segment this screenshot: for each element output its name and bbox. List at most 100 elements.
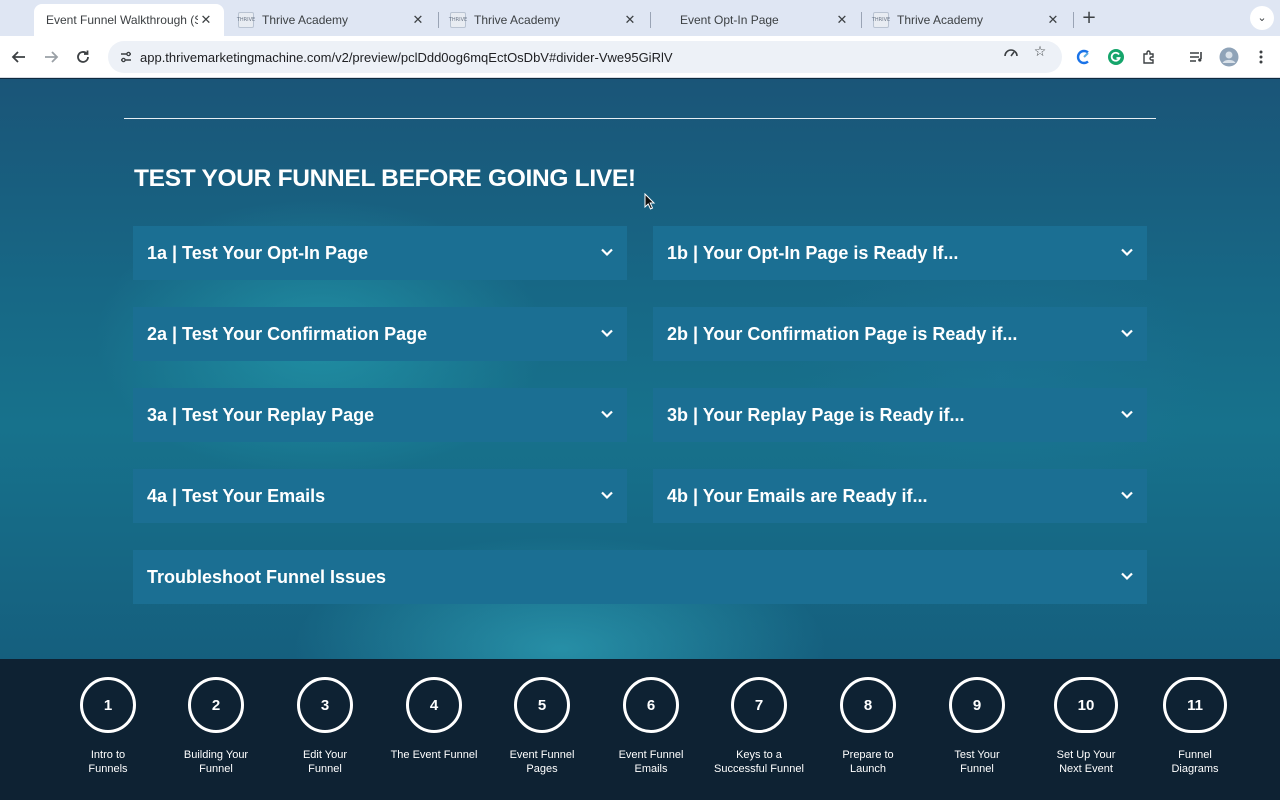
module-step-3[interactable]: 3 Edit Your Funnel [265, 659, 385, 800]
accordion-troubleshoot[interactable]: Troubleshoot Funnel Issues [133, 550, 1147, 604]
step-label: Prepare to Launch [842, 749, 894, 775]
step-number-circle: 10 [1054, 677, 1118, 733]
step-number-circle: 5 [514, 677, 570, 733]
step-label: Funnel Diagrams [1171, 749, 1219, 775]
accordion-label: 1a | Test Your Opt-In Page [147, 242, 369, 263]
module-step-2[interactable]: 2 Building Your Funnel [156, 659, 276, 800]
tab-thrive-academy-2[interactable]: THRIVE Thrive Academy ✕ [438, 4, 648, 36]
site-info-icon[interactable] [116, 47, 136, 67]
module-step-6[interactable]: 6 Event Funnel Emails [591, 659, 711, 800]
back-arrow-icon[interactable] [6, 44, 32, 70]
step-number-circle: 2 [188, 677, 244, 733]
accordion-3a[interactable]: 3a | Test Your Replay Page [133, 388, 627, 442]
step-number-circle: 3 [297, 677, 353, 733]
tab-separator [1073, 12, 1074, 28]
tab-event-funnel-walkthrough[interactable]: Event Funnel Walkthrough (ST ✕ [34, 4, 224, 36]
thrive-logo-icon: THRIVE [449, 12, 467, 28]
accordion-2b[interactable]: 2b | Your Confirmation Page is Ready if.… [653, 307, 1147, 361]
module-step-5[interactable]: 5 Event Funnel Pages [482, 659, 602, 800]
thrive-logo-icon: THRIVE [237, 12, 255, 28]
tab-search-chevron-icon[interactable]: ⌄ [1250, 6, 1274, 30]
step-label: Edit Your Funnel [302, 749, 348, 775]
module-step-7[interactable]: 7 Keys to a Successful Funnel [699, 659, 819, 800]
tab-title: Thrive Academy [474, 13, 561, 27]
step-number-circle: 9 [949, 677, 1005, 733]
new-tab-icon[interactable]: + [1080, 8, 1098, 28]
tab-title: Thrive Academy [262, 13, 349, 27]
tab-event-opt-in-page[interactable]: Event Opt-In Page ✕ [660, 4, 860, 36]
thrive-logo-icon: THRIVE [872, 12, 890, 28]
accordion-label: 2b | Your Confirmation Page is Ready if.… [667, 323, 1018, 344]
tab-close-icon[interactable]: ✕ [410, 13, 426, 28]
page-headline: TEST YOUR FUNNEL BEFORE GOING LIVE! [134, 165, 636, 192]
accordion-4a[interactable]: 4a | Test Your Emails [133, 469, 627, 523]
step-label: Set Up Your Next Event [1056, 749, 1116, 775]
grammarly-icon[interactable] [1105, 46, 1127, 68]
mouse-cursor-icon [644, 193, 656, 210]
performance-gauge-icon[interactable] [1001, 42, 1021, 62]
accordion-label: Troubleshoot Funnel Issues [147, 566, 387, 587]
address-bar[interactable]: app.thrivemarketingmachine.com/v2/previe… [108, 41, 1062, 73]
url-text: app.thrivemarketingmachine.com/v2/previe… [140, 49, 673, 65]
forward-arrow-icon[interactable] [38, 44, 64, 70]
extensions-puzzle-icon[interactable] [1138, 46, 1160, 68]
step-number-circle: 8 [840, 677, 896, 733]
step-number-circle: 6 [623, 677, 679, 733]
step-number-circle: 4 [406, 677, 462, 733]
chevron-down-icon [601, 248, 613, 257]
profile-avatar[interactable] [1218, 46, 1240, 68]
step-number-circle: 1 [80, 677, 136, 733]
accordion-label: 3b | Your Replay Page is Ready if... [667, 404, 965, 425]
chevron-down-icon [601, 329, 613, 338]
step-label: Test Your Funnel [954, 749, 1000, 775]
tab-close-icon[interactable]: ✕ [834, 13, 850, 28]
module-step-10[interactable]: 10 Set Up Your Next Event [1026, 659, 1146, 800]
browser-toolbar: app.thrivemarketingmachine.com/v2/previe… [0, 36, 1280, 78]
chevron-down-icon [1121, 491, 1133, 500]
section-divider [124, 118, 1156, 119]
module-step-9[interactable]: 9 Test Your Funnel [917, 659, 1037, 800]
module-step-11[interactable]: 11 Funnel Diagrams [1135, 659, 1255, 800]
tab-title: Thrive Academy [897, 13, 984, 27]
tab-title: Event Funnel Walkthrough (ST [46, 13, 198, 27]
page-content: TEST YOUR FUNNEL BEFORE GOING LIVE! 1a |… [0, 79, 1280, 659]
accordion-label: 3a | Test Your Replay Page [147, 404, 375, 425]
tab-title: Event Opt-In Page [680, 13, 779, 27]
accordion-1b[interactable]: 1b | Your Opt-In Page is Ready If... [653, 226, 1147, 280]
step-label: Intro to Funnels [88, 749, 128, 775]
tab-thrive-academy-1[interactable]: THRIVE Thrive Academy ✕ [226, 4, 436, 36]
tab-thrive-academy-3[interactable]: THRIVE Thrive Academy ✕ [861, 4, 1071, 36]
chevron-down-icon [601, 491, 613, 500]
tab-separator [650, 12, 651, 28]
step-number-circle: 7 [731, 677, 787, 733]
step-label: Building Your Funnel [183, 749, 249, 775]
accordion-label: 4b | Your Emails are Ready if... [667, 485, 928, 506]
accordion-label: 4a | Test Your Emails [147, 485, 326, 506]
extension-c-icon[interactable] [1073, 46, 1095, 68]
tab-close-icon[interactable]: ✕ [622, 13, 638, 28]
reload-icon[interactable] [70, 44, 96, 70]
module-nav-footer: 1 Intro to Funnels 2 Building Your Funnel … [0, 659, 1280, 800]
module-step-1[interactable]: 1 Intro to Funnels [48, 659, 168, 800]
tab-close-icon[interactable]: ✕ [1045, 13, 1061, 28]
chevron-down-icon [601, 410, 613, 419]
module-step-4[interactable]: 4 The Event Funnel [374, 659, 494, 800]
accordion-label: 1b | Your Opt-In Page is Ready If... [667, 242, 959, 263]
accordion-4b[interactable]: 4b | Your Emails are Ready if... [653, 469, 1147, 523]
step-number-circle: 11 [1163, 677, 1227, 733]
step-label: Event Funnel Pages [509, 749, 575, 775]
tab-close-icon[interactable]: ✕ [198, 13, 214, 28]
accordion-3b[interactable]: 3b | Your Replay Page is Ready if... [653, 388, 1147, 442]
step-label: The Event Funnel [390, 749, 478, 761]
accordion-1a[interactable]: 1a | Test Your Opt-In Page [133, 226, 627, 280]
bookmark-star-icon[interactable]: ☆ [1030, 42, 1050, 62]
media-queue-icon[interactable] [1185, 46, 1207, 68]
chevron-down-icon [1121, 410, 1133, 419]
module-step-8[interactable]: 8 Prepare to Launch [808, 659, 928, 800]
chevron-down-icon [1121, 329, 1133, 338]
step-label: Keys to a Successful Funnel [714, 749, 804, 775]
browser-tab-strip: Event Funnel Walkthrough (ST ✕ THRIVE Th… [0, 0, 1280, 36]
browser-menu-icon[interactable] [1250, 46, 1272, 68]
accordion-2a[interactable]: 2a | Test Your Confirmation Page [133, 307, 627, 361]
chevron-down-icon [1121, 248, 1133, 257]
